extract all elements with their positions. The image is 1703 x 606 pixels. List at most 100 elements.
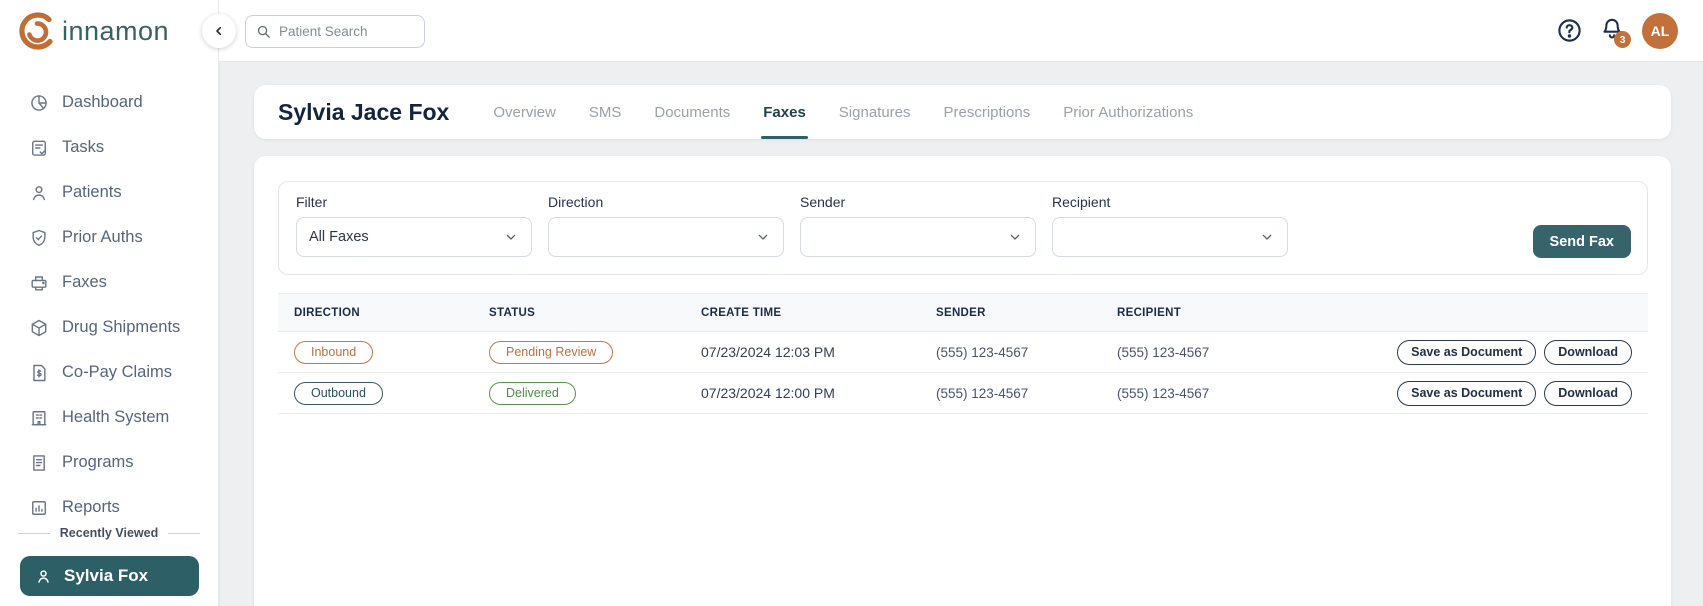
sidebar-item-label: Faxes bbox=[62, 273, 107, 291]
fax-table-header: Direction Status Create Time Sender Reci… bbox=[278, 293, 1648, 332]
sidebar-item-label: Reports bbox=[62, 498, 120, 516]
filter-dropdown[interactable] bbox=[800, 217, 1036, 257]
fax-table-column-header: Recipient bbox=[1117, 306, 1182, 319]
filter-field-label: Filter bbox=[296, 194, 328, 210]
recently-viewed-label: Recently Viewed bbox=[59, 526, 159, 540]
sidebar-item-label: Health System bbox=[62, 408, 170, 426]
sender-cell: (555) 123-4567 bbox=[936, 385, 1029, 401]
sidebar: innamon Dashboard Tasks Patients Prior A… bbox=[0, 0, 219, 606]
fax-row: Outbound Delivered 07/23/2024 12:00 PM (… bbox=[278, 373, 1648, 414]
sidebar-item[interactable]: Dashboard bbox=[0, 80, 218, 125]
sidebar-item[interactable]: Programs bbox=[0, 440, 218, 485]
patient-tab[interactable]: Signatures bbox=[839, 85, 911, 139]
patient-tabs: Overview SMS Documents Faxes Signatures … bbox=[493, 85, 1193, 139]
prior-auths-icon bbox=[29, 228, 49, 248]
sender-cell: (555) 123-4567 bbox=[936, 344, 1029, 360]
recent-patient-name: Sylvia Fox bbox=[64, 566, 149, 585]
sidebar-item-label: Drug Shipments bbox=[62, 318, 181, 336]
filter-field-label: Recipient bbox=[1052, 194, 1111, 210]
sidebar-collapse-button[interactable] bbox=[202, 14, 236, 48]
save-as-document-button[interactable]: Save as Document bbox=[1397, 339, 1537, 365]
filter-dropdown[interactable] bbox=[548, 217, 784, 257]
filter-dropdown[interactable]: All Faxes bbox=[296, 217, 532, 257]
chevron-left-icon bbox=[211, 23, 227, 39]
patient-header-card: Sylvia Jace Fox Overview SMS Documents F… bbox=[254, 85, 1671, 139]
filter-field-label: Sender bbox=[800, 194, 846, 210]
download-button[interactable]: Download bbox=[1544, 380, 1632, 406]
patient-tab[interactable]: Faxes bbox=[761, 85, 808, 139]
active-tab-underline bbox=[761, 136, 808, 139]
user-avatar[interactable]: AL bbox=[1642, 13, 1678, 49]
send-fax-button[interactable]: Send Fax bbox=[1532, 225, 1631, 258]
fax-table-column-header: Status bbox=[489, 306, 536, 319]
reports-icon bbox=[29, 498, 49, 518]
chevron-down-icon bbox=[755, 229, 771, 245]
patient-tab[interactable]: Prior Authorizations bbox=[1063, 85, 1193, 139]
recipient-cell: (555) 123-4567 bbox=[1117, 385, 1210, 401]
faxes-icon bbox=[29, 273, 49, 293]
programs-icon bbox=[29, 453, 49, 473]
patient-search-input[interactable] bbox=[279, 24, 414, 39]
search-icon bbox=[256, 24, 271, 39]
recently-viewed-divider: Recently Viewed bbox=[18, 526, 200, 540]
fax-table-column-header: Direction bbox=[294, 306, 360, 319]
sidebar-item-label: Dashboard bbox=[62, 93, 143, 111]
patient-tab[interactable]: Overview bbox=[493, 85, 556, 139]
save-as-document-button[interactable]: Save as Document bbox=[1397, 380, 1537, 406]
app-logo: innamon bbox=[16, 9, 169, 53]
patient-search bbox=[245, 15, 425, 48]
fax-table-column-header: Create Time bbox=[701, 306, 782, 319]
filter-field: Filter All Faxes bbox=[296, 194, 532, 274]
app-screen: 3 AL innamon Dashboard Tasks bbox=[0, 0, 1703, 606]
filter-field-label: Direction bbox=[548, 194, 604, 210]
fax-filter-bar: Filter All Faxes Direction Sender Recipi… bbox=[278, 181, 1648, 275]
patient-tab[interactable]: Documents bbox=[654, 85, 730, 139]
health-system-icon bbox=[29, 408, 49, 428]
sidebar-item[interactable]: Patients bbox=[0, 170, 218, 215]
direction-badge: Outbound bbox=[294, 381, 383, 405]
sidebar-item[interactable]: Faxes bbox=[0, 260, 218, 305]
filter-dropdown[interactable] bbox=[1052, 217, 1288, 257]
notification-count-badge: 3 bbox=[1614, 31, 1631, 48]
chevron-down-icon bbox=[1007, 229, 1023, 245]
main-area: Sylvia Jace Fox Overview SMS Documents F… bbox=[219, 62, 1703, 606]
sidebar-item-label: Co-Pay Claims bbox=[62, 363, 173, 381]
recent-patient-button[interactable]: Sylvia Fox bbox=[20, 556, 199, 596]
sidebar-item[interactable]: Reports bbox=[0, 485, 218, 530]
direction-badge: Inbound bbox=[294, 340, 374, 364]
dashboard-icon bbox=[29, 93, 49, 113]
cinnamon-logo-icon bbox=[16, 9, 60, 53]
sidebar-item-label: Prior Auths bbox=[62, 228, 143, 246]
sidebar-item-label: Patients bbox=[62, 183, 122, 201]
sidebar-item[interactable]: Drug Shipments bbox=[0, 305, 218, 350]
sidebar-item[interactable]: Prior Auths bbox=[0, 215, 218, 260]
sidebar-item[interactable]: Tasks bbox=[0, 125, 218, 170]
tasks-icon bbox=[29, 138, 49, 158]
download-button[interactable]: Download bbox=[1544, 339, 1632, 365]
page-title: Sylvia Jace Fox bbox=[278, 98, 450, 125]
person-icon bbox=[34, 567, 53, 586]
faxes-panel: Filter All Faxes Direction Sender Recipi… bbox=[254, 156, 1671, 606]
sidebar-item[interactable]: Health System bbox=[0, 395, 218, 440]
patient-tab[interactable]: Prescriptions bbox=[944, 85, 1031, 139]
sidebar-item[interactable]: Co-Pay Claims bbox=[0, 350, 218, 395]
sidebar-item-label: Tasks bbox=[62, 138, 105, 156]
recipient-cell: (555) 123-4567 bbox=[1117, 344, 1210, 360]
fax-table: Direction Status Create Time Sender Reci… bbox=[278, 293, 1648, 414]
patients-icon bbox=[29, 183, 49, 203]
chevron-down-icon bbox=[503, 229, 519, 245]
create-time-cell: 07/23/2024 12:00 PM bbox=[701, 385, 835, 401]
help-icon[interactable] bbox=[1556, 17, 1583, 44]
sidebar-nav: Dashboard Tasks Patients Prior Auths Fax… bbox=[0, 80, 218, 530]
fax-table-column-header: Sender bbox=[936, 306, 986, 319]
filter-field: Recipient bbox=[1052, 194, 1288, 274]
filter-field: Sender bbox=[800, 194, 1036, 274]
status-badge: Pending Review bbox=[489, 340, 614, 364]
sidebar-item-label: Programs bbox=[62, 453, 134, 471]
drug-shipments-icon bbox=[29, 318, 49, 338]
copay-claims-icon bbox=[29, 363, 49, 383]
filter-dropdown-value: All Faxes bbox=[309, 229, 369, 245]
patient-tab[interactable]: SMS bbox=[589, 85, 622, 139]
filter-field: Direction bbox=[548, 194, 784, 274]
chevron-down-icon bbox=[1259, 229, 1275, 245]
